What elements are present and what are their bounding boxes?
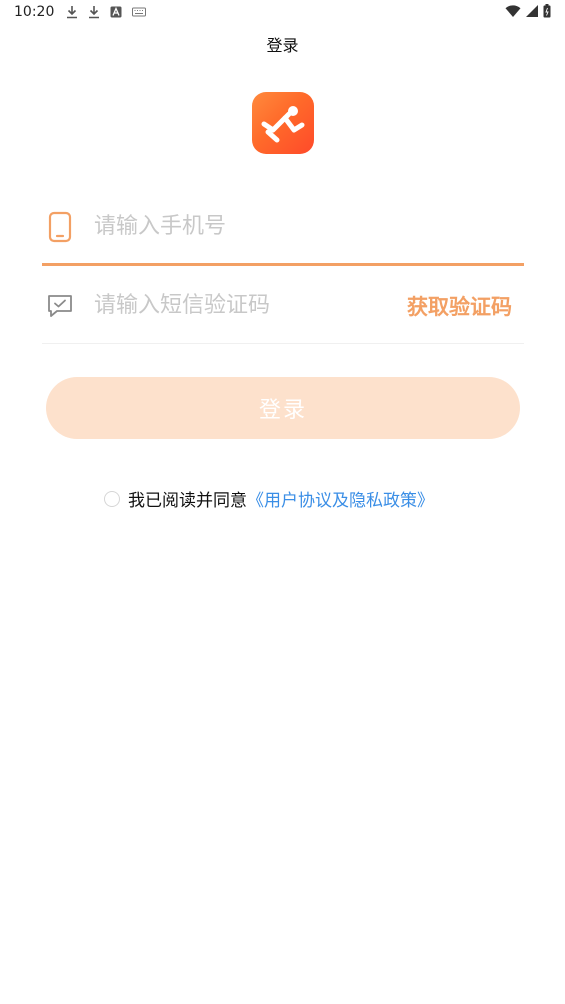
message-check-icon [48,294,72,317]
phone-icon [48,211,72,242]
code-field-icon-wrap [42,292,78,320]
agreement-checkbox[interactable] [104,490,120,507]
sms-code-field[interactable]: 获取验证码 [42,268,524,344]
running-man-logo-icon [261,106,305,143]
download-icon [89,6,100,19]
login-button[interactable]: 登录 [46,377,520,439]
agreement-row: 我已阅读并同意 《用户协议及隐私政策》 [104,486,434,511]
agreement-text: 我已阅读并同意 [128,491,247,511]
sms-code-input[interactable] [94,293,407,318]
wifi-icon [505,5,521,17]
status-system-icons [505,4,551,18]
phone-field[interactable] [42,190,524,266]
status-bar: 10:20 [0,0,565,24]
phone-field-icon-wrap [42,211,78,243]
status-time: 10:20 [14,4,55,20]
app-a-icon [110,6,122,18]
battery-icon [543,4,551,18]
app-logo [252,92,314,154]
keyboard-icon [132,7,147,17]
agreement-link[interactable]: 《用户协议及隐私政策》 [247,486,434,511]
phone-input[interactable] [94,214,524,239]
get-code-button[interactable]: 获取验证码 [407,291,512,321]
signal-icon [526,5,538,17]
download-icon [67,6,78,19]
status-notification-icons [66,5,147,19]
page-title: 登录 [266,36,299,55]
